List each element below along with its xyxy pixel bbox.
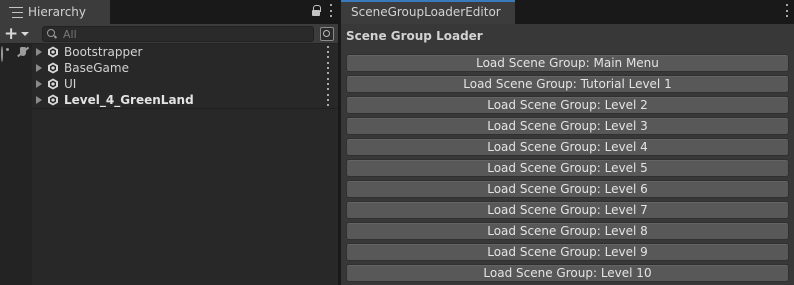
triangle-right-icon[interactable] — [36, 80, 42, 88]
eye-icon[interactable] — [1, 46, 15, 62]
hierarchy-item[interactable]: BaseGame — [0, 60, 338, 76]
tab-hierarchy-label: Hierarchy — [28, 5, 87, 19]
hierarchy-item[interactable]: Level_4_GreenLand — [0, 92, 338, 108]
section-title: Scene Group Loader — [346, 29, 483, 43]
scene-group-loader-tabstrip: SceneGroupLoaderEditor — [341, 0, 794, 24]
hierarchy-item-label: BaseGame — [64, 61, 129, 75]
scene-filter-icon[interactable] — [320, 27, 334, 41]
load-scene-group-button[interactable]: Load Scene Group: Level 9 — [346, 243, 789, 261]
kebab-menu-icon[interactable] — [326, 46, 329, 58]
lock-icon[interactable] — [311, 4, 321, 17]
search-field[interactable] — [42, 26, 314, 42]
unity-logo-icon — [48, 62, 58, 74]
plus-icon: + — [4, 24, 19, 44]
load-button-list: Load Scene Group: Main Menu Load Scene G… — [346, 54, 789, 285]
hierarchy-tabstrip: Hierarchy — [0, 0, 338, 24]
hierarchy-list-icon — [9, 6, 23, 18]
triangle-right-icon[interactable] — [36, 96, 42, 104]
hierarchy-item-label: Level_4_GreenLand — [64, 93, 194, 107]
scene-group-loader-panel: SceneGroupLoaderEditor Scene Group Loade… — [341, 0, 794, 285]
load-scene-group-button[interactable]: Load Scene Group: Level 8 — [346, 222, 789, 240]
kebab-menu-icon[interactable] — [785, 4, 788, 17]
load-scene-group-button[interactable]: Load Scene Group: Level 2 — [346, 96, 789, 114]
unity-logo-icon — [48, 78, 58, 90]
search-icon — [47, 29, 57, 39]
load-scene-group-button[interactable]: Load Scene Group: Level 4 — [346, 138, 789, 156]
hierarchy-panel: Hierarchy + All Bootstrapper BaseGame UI… — [0, 0, 338, 285]
hierarchy-toolbar: + — [0, 24, 338, 44]
kebab-menu-icon[interactable] — [326, 62, 329, 74]
tab-scene-group-loader-editor[interactable]: SceneGroupLoaderEditor — [341, 0, 515, 24]
kebab-menu-icon[interactable] — [326, 78, 329, 90]
load-scene-group-button[interactable]: Load Scene Group: Level 7 — [346, 201, 789, 219]
hand-icon[interactable] — [17, 46, 29, 58]
triangle-right-icon[interactable] — [36, 64, 42, 72]
load-scene-group-button[interactable]: Load Scene Group: Level 10 — [346, 264, 789, 282]
unity-logo-icon — [48, 94, 58, 106]
unity-logo-icon — [48, 46, 58, 58]
load-scene-group-button[interactable]: Load Scene Group: Level 3 — [346, 117, 789, 135]
triangle-right-icon[interactable] — [36, 48, 42, 56]
scene-group-loader-tab-actions — [785, 4, 788, 17]
tab-hierarchy[interactable]: Hierarchy — [0, 0, 110, 24]
add-button[interactable]: + — [4, 24, 34, 44]
kebab-menu-icon[interactable] — [326, 94, 329, 106]
hierarchy-divider — [32, 108, 338, 109]
kebab-menu-icon[interactable] — [329, 4, 332, 17]
load-scene-group-button[interactable]: Load Scene Group: Tutorial Level 1 — [346, 75, 789, 93]
search-input[interactable] — [63, 27, 303, 41]
hierarchy-tab-actions — [311, 4, 332, 17]
load-scene-group-button[interactable]: Load Scene Group: Level 6 — [346, 180, 789, 198]
hierarchy-item-label: UI — [64, 77, 77, 91]
chevron-down-icon — [21, 32, 30, 36]
hierarchy-item[interactable]: Bootstrapper — [0, 44, 338, 62]
hierarchy-list: Bootstrapper BaseGame UI Level_4_GreenLa… — [0, 44, 338, 109]
tab-scene-group-loader-editor-label: SceneGroupLoaderEditor — [351, 5, 501, 19]
hierarchy-item[interactable]: UI — [0, 76, 338, 92]
load-scene-group-button[interactable]: Load Scene Group: Level 5 — [346, 159, 789, 177]
editor-window: Hierarchy + All Bootstrapper BaseGame UI… — [0, 0, 794, 285]
load-scene-group-button[interactable]: Load Scene Group: Main Menu — [346, 54, 789, 72]
hierarchy-item-label: Bootstrapper — [64, 45, 143, 59]
